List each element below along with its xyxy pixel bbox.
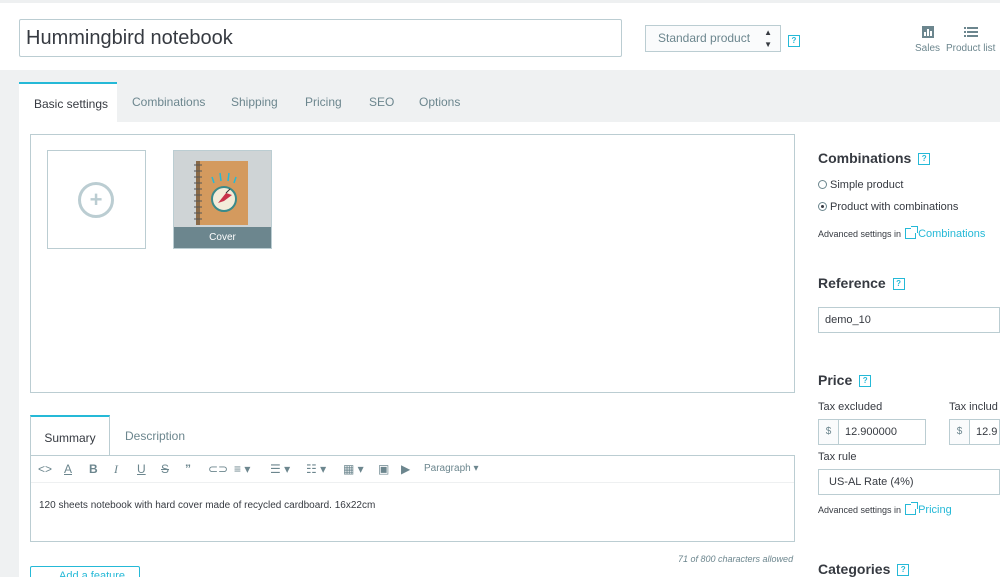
underline-icon[interactable]: U [137, 461, 146, 477]
help-icon[interactable]: ? [788, 35, 800, 47]
product-list-button[interactable]: Product list [946, 25, 995, 54]
combinations-heading-text: Combinations [818, 150, 912, 166]
help-icon[interactable]: ? [859, 375, 872, 388]
tab-pricing[interactable]: Pricing [305, 82, 342, 122]
product-type-value: Standard product [658, 31, 751, 45]
reference-input[interactable]: demo_10 [818, 307, 1000, 333]
product-list-label: Product list [946, 43, 996, 54]
tab-basic-settings[interactable]: Basic settings [19, 82, 117, 122]
tax-rule-select[interactable]: US-AL Rate (4%) [818, 469, 1000, 495]
numbered-list-icon[interactable]: ☷ ▾ [306, 461, 326, 477]
sales-button[interactable]: Sales [915, 25, 940, 54]
tax-rule-label: Tax rule [818, 451, 857, 463]
advanced-settings-prefix: Advanced settings in [818, 229, 902, 239]
media-icon[interactable]: ▶ [401, 461, 410, 477]
paragraph-format-select[interactable]: Paragraph ▾ [424, 461, 479, 477]
tab-combinations[interactable]: Combinations [132, 82, 205, 122]
price-heading: Price ? [818, 372, 872, 388]
paragraph-label: Paragraph [424, 463, 471, 474]
image-icon[interactable]: ▣ [378, 461, 389, 477]
product-with-combinations-radio[interactable]: Product with combinations [818, 201, 958, 213]
character-counter: 71 of 800 characters allowed [678, 554, 794, 564]
categories-heading: Categories ? [818, 561, 910, 577]
bullet-list-icon[interactable]: ☰ ▾ [270, 461, 290, 477]
link-icon[interactable]: ⊂⊃ [208, 461, 228, 477]
radio-icon [818, 180, 827, 189]
tab-description[interactable]: Description [125, 415, 185, 455]
tab-summary[interactable]: Summary [30, 415, 110, 455]
plus-circle-icon: + [78, 182, 114, 218]
strikethrough-icon[interactable]: S [161, 461, 169, 477]
combinations-link[interactable]: Combinations [918, 228, 985, 240]
tax-excluded-label: Tax excluded [818, 401, 883, 413]
pricing-link[interactable]: Pricing [918, 504, 952, 516]
bold-icon[interactable]: B [89, 461, 98, 477]
summary-editor: <> A B I U S ” ⊂⊃ ≡ ▾ ☰ ▾ ☷ ▾ ▦ ▾ ▣ ▶ Pa… [30, 455, 795, 542]
align-icon[interactable]: ≡ ▾ [234, 461, 250, 477]
price-tax-included-input[interactable]: $ 12.9 [949, 419, 1000, 445]
price-tax-excluded-input[interactable]: $ 12.900000 [818, 419, 926, 445]
cover-image-thumbnail[interactable]: Cover [173, 150, 272, 249]
external-link-icon [905, 502, 919, 515]
simple-product-label: Simple product [830, 179, 904, 191]
reference-heading-text: Reference [818, 275, 886, 291]
currency-addon: $ [819, 420, 839, 444]
notebook-image [194, 161, 248, 225]
help-icon[interactable]: ? [892, 278, 905, 291]
help-icon[interactable]: ? [897, 564, 910, 577]
add-image-button[interactable]: + [47, 150, 146, 249]
list-icon [963, 27, 978, 37]
cover-label: Cover [174, 227, 271, 248]
product-type-select[interactable]: Standard product ▲ ▼ [645, 25, 781, 52]
advanced-settings-prefix: Advanced settings in [818, 505, 902, 515]
price-tax-excluded-value: 12.900000 [845, 426, 897, 438]
help-icon[interactable]: ? [918, 153, 931, 166]
combinations-advanced-settings: Advanced settings in Combinations [818, 226, 985, 240]
editor-toolbar: <> A B I U S ” ⊂⊃ ≡ ▾ ☰ ▾ ☷ ▾ ▦ ▾ ▣ ▶ Pa… [31, 456, 794, 483]
bar-chart-icon [921, 26, 934, 38]
external-link-icon [905, 226, 919, 239]
product-name-input[interactable]: Hummingbird notebook [19, 19, 622, 57]
tab-shipping[interactable]: Shipping [231, 82, 278, 122]
source-code-icon[interactable]: <> [38, 461, 52, 477]
summary-text[interactable]: 120 sheets notebook with hard cover made… [39, 500, 375, 511]
price-tax-included-value: 12.9 [976, 426, 998, 438]
price-heading-text: Price [818, 372, 853, 388]
select-arrows-icon: ▲ ▼ [764, 28, 772, 49]
table-icon[interactable]: ▦ ▾ [343, 461, 364, 477]
blockquote-icon[interactable]: ” [185, 461, 191, 477]
sales-label: Sales [915, 43, 941, 54]
italic-icon[interactable]: I [114, 461, 118, 477]
reference-heading: Reference ? [818, 275, 905, 291]
tab-options[interactable]: Options [419, 82, 460, 122]
categories-heading-text: Categories [818, 561, 891, 577]
combinations-heading: Combinations ? [818, 150, 931, 166]
currency-addon: $ [950, 420, 970, 444]
simple-product-radio[interactable]: Simple product [818, 179, 903, 191]
pricing-advanced-settings: Advanced settings in Pricing [818, 502, 952, 516]
top-bar: Hummingbird notebook Standard product ▲ ▼… [0, 0, 1000, 70]
text-color-icon[interactable]: A [64, 461, 72, 477]
product-with-combinations-label: Product with combinations [830, 201, 959, 213]
tax-included-label: Tax includ [949, 401, 998, 413]
radio-selected-icon [818, 202, 827, 211]
add-feature-button[interactable]: Add a feature [30, 566, 140, 577]
tab-seo[interactable]: SEO [369, 82, 394, 122]
